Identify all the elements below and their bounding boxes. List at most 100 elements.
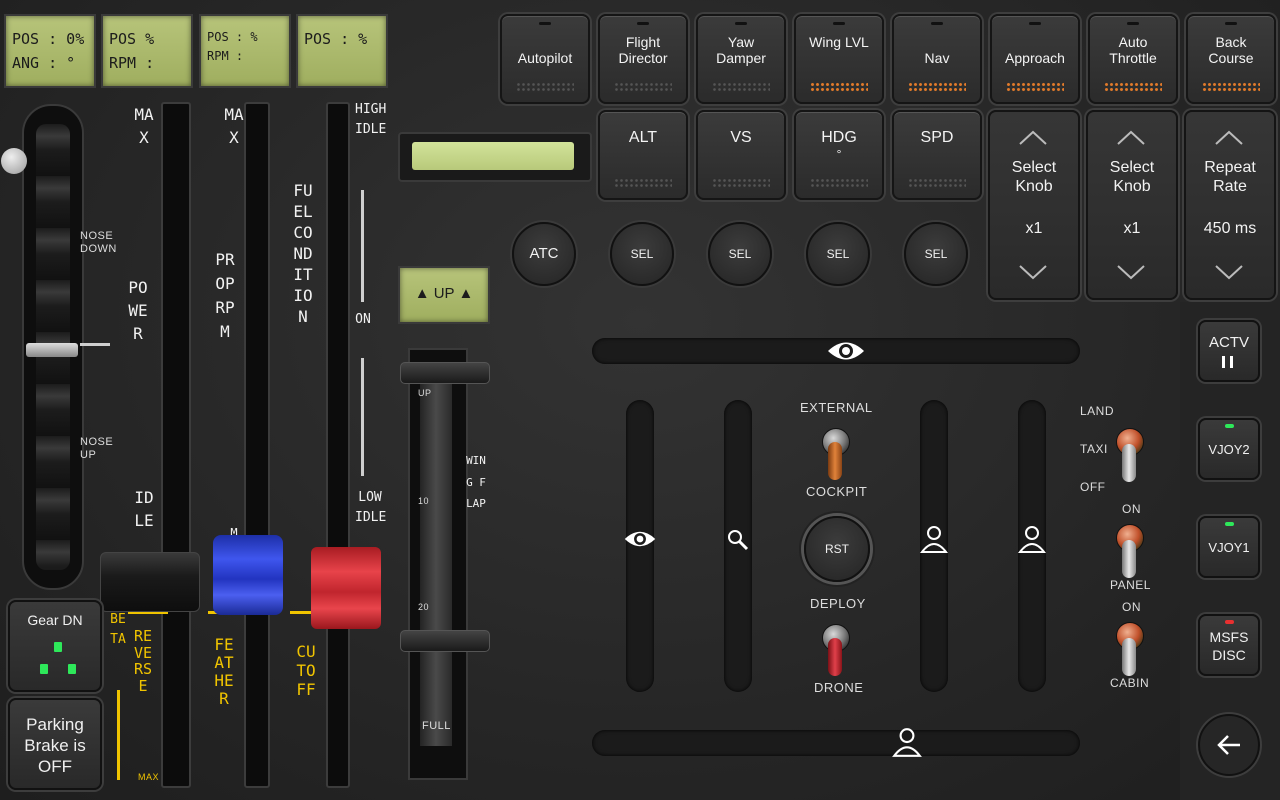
power-lever-handle[interactable] [100,552,200,612]
camera-bottom-slider[interactable] [592,730,1080,756]
spd-button[interactable]: SPD [892,110,982,200]
auto-throttle-button[interactable]: Auto Throttle [1088,14,1178,104]
power-idle-label: IDLE [134,488,154,530]
fuel-on-label: ON [355,312,371,327]
person-icon [892,728,922,757]
flaps-lever-handle-bottom[interactable] [400,630,490,652]
fuel-lever-handle[interactable] [311,547,381,629]
knob-label: Select Knob [1109,159,1155,195]
yaw-damper-button[interactable]: Yaw Damper [696,14,786,104]
land-taxi-toggle[interactable] [1114,428,1144,484]
panel-toggle[interactable] [1114,524,1144,580]
status-grille [1202,82,1260,92]
flaps-lever-track[interactable]: UP 10 20 FULL [408,348,468,780]
pause-icon [1222,356,1225,368]
eye-icon [828,342,864,360]
external-cockpit-toggle[interactable] [820,428,850,482]
msfs-disc-button[interactable]: MSFS DISC [1198,614,1260,676]
knob-value: x1 [1123,220,1141,237]
button-label: Autopilot [517,50,573,66]
select-knob-1[interactable]: Select Knob x1 [988,110,1080,300]
cabin-label: CABIN [1110,676,1150,690]
status-indicator [735,22,747,25]
flight-director-button[interactable]: Flight Director [598,14,688,104]
status-led [1225,620,1234,624]
status-indicator [1127,22,1139,25]
hdg-button[interactable]: HDG ° [794,110,884,200]
flaps-scale [420,382,452,746]
cutoff-label: CUTOFF [296,642,316,699]
gear-led-nose [54,642,62,652]
vs-button[interactable]: VS [696,110,786,200]
actv-button[interactable]: ACTV [1198,320,1260,382]
gear-led-left [40,664,48,674]
lcd-line: POS : % [304,30,368,48]
toggle-lever [1122,638,1136,676]
back-button[interactable] [1198,714,1260,776]
atc-label: ATC [529,245,559,262]
button-label: VS [730,129,752,146]
prop-lever-track[interactable] [244,102,270,788]
autopilot-button[interactable]: Autopilot [500,14,590,104]
lcd-line: POS : 0% [12,30,85,48]
vjoy1-button[interactable]: VJOY1 [1198,516,1260,578]
deploy-drone-toggle[interactable] [820,624,850,678]
back-course-button[interactable]: Back Course [1186,14,1276,104]
nav-button[interactable]: Nav [892,14,982,104]
fuel-lever-track[interactable] [326,102,350,788]
lcd-line: ANG : ° [12,54,76,72]
approach-button[interactable]: Approach [990,14,1080,104]
trim-pointer-line [80,343,110,346]
status-grille [712,178,770,188]
wing-lvl-button[interactable]: Wing LVL [794,14,884,104]
taxi-label: TAXI [1080,442,1108,456]
prop-label: PROP RPM [215,250,235,341]
fuel-condition-label: FUEL CONDITION [293,181,313,326]
land-label: LAND [1080,404,1115,418]
sel-label: SEL [630,247,654,261]
center-lcd [412,142,574,170]
hdg-sel-button[interactable]: SEL [806,222,870,286]
prop-lcd: POS : % RPM : [199,14,291,88]
status-grille [1104,82,1162,92]
gear-button[interactable]: Gear DN [8,600,102,692]
button-label: SPD [920,129,954,146]
deploy-label: DEPLOY [810,596,866,611]
atc-button[interactable]: ATC [512,222,576,286]
fuel-lcd: POS : % [296,14,388,88]
power-lever-track[interactable] [161,102,191,788]
chevron-down-icon [1215,265,1243,280]
status-indicator [833,22,845,25]
select-knob-2[interactable]: Select Knob x1 [1086,110,1178,300]
cabin-toggle[interactable] [1114,622,1144,678]
prop-lever-handle[interactable] [213,535,283,615]
status-grille [516,82,574,92]
status-grille [810,178,868,188]
power-label: POWER [128,278,148,343]
cabin-on-label: ON [1122,600,1141,614]
spd-sel-button[interactable]: SEL [904,222,968,286]
vjoy2-button[interactable]: VJOY2 [1198,418,1260,480]
lcd-line: POS : % [207,30,258,44]
high-idle-label: HIGH IDLE [355,102,387,137]
cockpit-label: COCKPIT [806,484,868,499]
rst-button[interactable]: RST [804,516,870,582]
elevator-trim-wheel[interactable] [22,104,84,590]
sel-label: SEL [924,247,948,261]
off-label: OFF [1080,480,1106,494]
parking-brake-button[interactable]: Parking Brake is OFF [8,698,102,790]
nose-down-label: NOSE DOWN [80,230,117,255]
status-grille [1006,82,1064,92]
vs-sel-button[interactable]: SEL [708,222,772,286]
low-idle-label: LOW IDLE [355,490,387,525]
status-grille [908,82,966,92]
eye-icon [624,531,656,547]
alt-sel-button[interactable]: SEL [610,222,674,286]
alt-button[interactable]: ALT [598,110,688,200]
flaps-lcd: ▲ UP ▲ [398,266,490,324]
knob-label: Repeat Rate [1204,159,1256,195]
status-grille [908,178,966,188]
gear-label: Gear DN [27,612,83,628]
flaps-lever-handle-top[interactable] [400,362,490,384]
repeat-rate-knob[interactable]: Repeat Rate 450 ms [1184,110,1276,300]
